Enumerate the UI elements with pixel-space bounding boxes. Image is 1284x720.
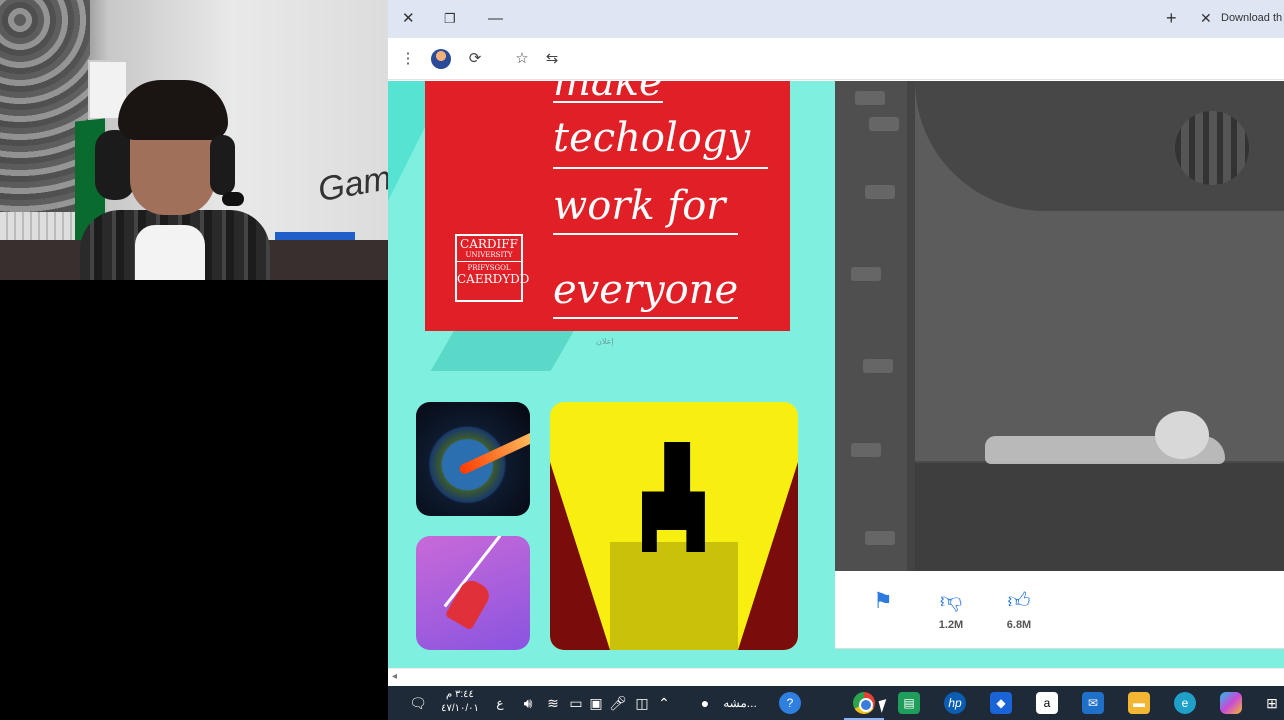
brick: [865, 185, 895, 199]
stickman-hook-game-tile[interactable]: [416, 536, 530, 650]
file-explorer-icon[interactable]: ▬: [1128, 692, 1150, 714]
cardiff-logo: CARDIFF UNIVERSITY PRIFYSGOL CAERDYDD: [455, 234, 529, 302]
ad-underline-2: [553, 167, 768, 169]
stickman: [444, 576, 494, 631]
headset-left: [95, 130, 135, 200]
wifi-icon[interactable]: ≋: [543, 693, 563, 713]
scroll-left-icon[interactable]: ◂: [392, 671, 397, 682]
dislike-button[interactable]: 👎︎ 1.2M: [931, 588, 971, 632]
screen: Gam ✕ ❐ — + ✕ Download th ⋮ ⟳ ☆ ⇆ make t…: [0, 0, 1284, 720]
pinned-app-label[interactable]: مشه...: [718, 693, 762, 713]
skull: [1155, 411, 1209, 459]
barred-window: [1175, 111, 1249, 185]
close-window-button[interactable]: ✕: [402, 9, 415, 29]
brick: [851, 267, 881, 281]
webcam-overlay: Gam: [0, 0, 388, 280]
brick: [865, 531, 895, 545]
brick: [855, 91, 885, 105]
amazon-icon[interactable]: a: [1036, 692, 1058, 714]
more-vert-icon[interactable]: ⋮: [398, 49, 418, 69]
like-button[interactable]: 👍︎ 6.8M: [999, 588, 1039, 632]
dropbox-icon[interactable]: ◆: [990, 692, 1012, 714]
ad-line-4: everyone: [553, 267, 739, 313]
clock[interactable]: ٣:٤٤ م ٤٧/١٠/٠١: [438, 688, 482, 716]
game-canvas[interactable]: [835, 81, 1284, 571]
headset-right: [210, 135, 235, 195]
silhouette-figure: [642, 442, 705, 552]
flag-icon: ⚑: [873, 588, 893, 613]
horizontal-scrollbar[interactable]: ◂: [388, 668, 1284, 686]
report-button[interactable]: ⚑: [863, 589, 903, 613]
thumbs-down-icon: 👎︎: [939, 588, 963, 613]
laser-beam: [458, 428, 530, 476]
clock-time: ٣:٤٤ م: [446, 689, 474, 700]
camera-icon[interactable]: ◫: [632, 693, 652, 713]
chrome-icon[interactable]: [853, 692, 875, 714]
notification-icon[interactable]: 🗨︎: [408, 693, 428, 713]
chevron-up-icon[interactable]: ⌃: [654, 693, 674, 713]
ad-line-3: work for: [553, 183, 726, 229]
new-tab-button[interactable]: +: [1166, 8, 1177, 29]
person-hair: [118, 80, 228, 140]
ad-underline-4: [553, 317, 738, 319]
messaging-app-icon[interactable]: ▤: [898, 692, 920, 714]
extension-icon[interactable]: ⟳: [465, 49, 485, 69]
restore-window-button[interactable]: ❐: [444, 9, 456, 29]
tab-icon[interactable]: ⇆: [542, 49, 562, 69]
title-bar: ✕ ❐ — + ✕ Download th: [388, 0, 1284, 38]
browser-toolbar: ⋮ ⟳ ☆ ⇆: [388, 38, 1284, 80]
dislike-count: 1.2M: [938, 619, 964, 631]
battery-icon[interactable]: ▭: [566, 693, 586, 713]
help-icon[interactable]: ?: [779, 692, 801, 714]
thumbs-up-icon: 👍︎: [1007, 588, 1031, 613]
tab-title[interactable]: Download th: [1221, 12, 1282, 24]
escape-game-tile[interactable]: [550, 402, 798, 650]
brick: [863, 359, 893, 373]
like-count: 6.8M: [1006, 619, 1032, 631]
clock-date: ٤٧/١٠/٠١: [441, 703, 479, 714]
ad-underline-1: [553, 101, 663, 103]
wall-text: Gam: [315, 158, 388, 210]
avatar-icon[interactable]: [431, 49, 451, 69]
app-icon[interactable]: ●: [694, 693, 716, 713]
mic-icon[interactable]: 🎤︎: [608, 693, 628, 713]
browser-window: ✕ ❐ — + ✕ Download th ⋮ ⟳ ☆ ⇆ make techo…: [388, 0, 1284, 686]
tab-close-button[interactable]: ✕: [1200, 10, 1212, 27]
ad-underline-3: [553, 233, 738, 235]
shelf: [275, 232, 355, 240]
page-content: make techology work for everyone CARDIFF…: [388, 81, 1284, 668]
light-path: [610, 542, 738, 650]
language-indicator[interactable]: ع: [493, 693, 507, 713]
stone-column: [835, 81, 915, 571]
pillar: [907, 81, 915, 571]
ad-label: إعلان: [596, 337, 614, 346]
person-shirt: [135, 225, 205, 280]
outlook-icon[interactable]: ✉: [1082, 692, 1104, 714]
ad-line-2: techology: [553, 115, 751, 161]
display-icon[interactable]: ▣: [586, 693, 606, 713]
taskbar: 🗨︎ ٣:٤٤ م ٤٧/١٠/٠١ ع 🔊︎ ≋ ▭ ▣ 🎤︎ ◫ ⌃ ● م…: [388, 686, 1284, 720]
copilot-icon[interactable]: [1220, 692, 1242, 714]
edge-icon[interactable]: e: [1174, 692, 1196, 714]
star-icon[interactable]: ☆: [512, 49, 532, 69]
start-icon[interactable]: ⊞: [1262, 693, 1282, 713]
volume-icon[interactable]: 🔊︎: [518, 693, 538, 713]
game-action-bar: ⚑ 👎︎ 1.2M 👍︎ 6.8M: [835, 571, 1284, 649]
headset-mic: [222, 192, 244, 206]
wall-left: [550, 462, 610, 650]
wall-right: [738, 462, 798, 650]
dungeon-floor: [915, 461, 1284, 571]
brick: [851, 443, 881, 457]
earth-laser-game-tile[interactable]: [416, 402, 530, 516]
brick: [869, 117, 899, 131]
hp-icon[interactable]: hp: [944, 692, 966, 714]
cardiff-ad-banner[interactable]: make techology work for everyone CARDIFF…: [425, 81, 790, 331]
minimize-window-button[interactable]: —: [488, 9, 503, 29]
